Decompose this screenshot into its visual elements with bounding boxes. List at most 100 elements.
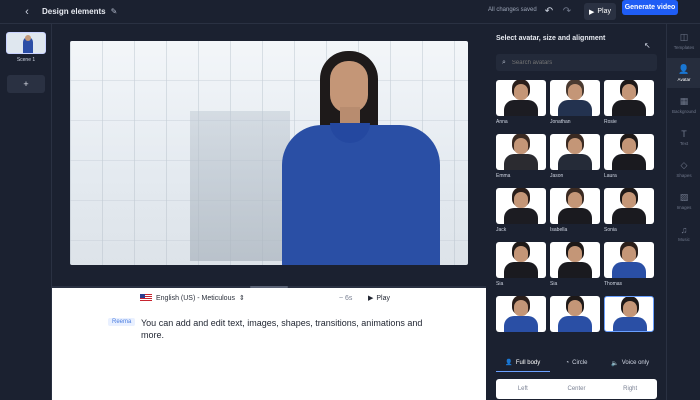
video-editor-app: ‹ Design elements ✎ All changes saved ↶ …: [0, 0, 700, 400]
canvas-area: [52, 24, 486, 286]
align-left-option[interactable]: Left: [496, 386, 550, 392]
tab-full-body[interactable]: 👤 Full body: [496, 354, 550, 372]
avatar-name: Rosie: [604, 119, 617, 125]
avatar-card-head: [514, 300, 528, 316]
tool-shapes[interactable]: ◇ Shapes: [667, 154, 700, 184]
language-selector[interactable]: English (US) - Meticulous ⇕: [140, 294, 245, 302]
play-script-button[interactable]: ▶ Play: [368, 294, 390, 303]
tool-templates[interactable]: ◫ Templates: [667, 26, 700, 56]
shapes-icon: ◇: [680, 160, 688, 170]
back-arrow-icon[interactable]: ‹: [20, 5, 34, 19]
scene-thumbnail[interactable]: [6, 32, 46, 54]
avatar-card[interactable]: [496, 80, 546, 116]
tab-circle[interactable]: ◔ Circle: [550, 354, 604, 372]
redo-icon[interactable]: ↷: [560, 4, 574, 18]
avatar-card-body: [558, 154, 592, 170]
tool-music[interactable]: ♫ Music: [667, 218, 700, 248]
avatar-card[interactable]: [496, 242, 546, 278]
avatar-card[interactable]: [550, 188, 600, 224]
avatar-card[interactable]: [604, 296, 654, 332]
circle-icon: ◔: [565, 360, 570, 366]
tool-label: Shapes: [676, 173, 692, 178]
search-icon: ⌕: [502, 58, 506, 66]
avatar-card[interactable]: [604, 134, 654, 170]
avatar-card-head: [568, 84, 582, 100]
avatar-card-head: [622, 192, 636, 208]
avatar-name: Thomas: [604, 281, 623, 287]
avatar-card-body: [504, 208, 538, 224]
avatar-card[interactable]: [550, 134, 600, 170]
avatar-card-head: [514, 138, 528, 154]
scene-list: Scene 1 +: [0, 24, 52, 400]
avatar-card-head: [568, 300, 582, 316]
tool-images[interactable]: ▨ Images: [667, 186, 700, 216]
avatar-card[interactable]: [550, 296, 600, 332]
avatar-card-head: [568, 192, 582, 208]
generate-video-button[interactable]: Generate video: [622, 0, 678, 15]
speaker-tag[interactable]: Reema: [108, 318, 136, 326]
tab-label: Full body: [515, 359, 541, 366]
search-input[interactable]: [511, 59, 632, 66]
avatar-card-head: [623, 301, 637, 317]
avatar-name: Sia: [496, 281, 504, 287]
avatar-card[interactable]: [496, 134, 546, 170]
avatar-name: Emma: [496, 173, 511, 179]
align-center-option[interactable]: Center: [550, 386, 604, 392]
avatar-name: Jonathan: [550, 119, 571, 125]
tool-rail: ◫ Templates 👤 Avatar ▦ Background T Text ◇ Shapes…: [666, 24, 700, 400]
avatar-card[interactable]: [496, 296, 546, 332]
script-editor: English (US) - Meticulous ⇕ ~ 6s ▶ Play …: [52, 288, 486, 400]
tool-label: Images: [676, 205, 692, 210]
avatar-presenter[interactable]: [282, 51, 442, 265]
avatar-card-body: [613, 317, 647, 331]
tool-label: Templates: [673, 45, 695, 50]
duration-estimate: ~ 6s: [339, 295, 353, 302]
avatar-card-head: [622, 84, 636, 100]
avatar-card-body: [558, 262, 592, 278]
tab-voice-only[interactable]: 🔈 Voice only: [603, 354, 657, 372]
avatar-panel: Select avatar, size and alignment ↖ ⌕ An…: [486, 24, 666, 400]
tool-label: Avatar: [677, 77, 691, 82]
avatar-card-body: [612, 100, 646, 116]
avatar-card-body: [612, 262, 646, 278]
avatar-card-head: [622, 246, 636, 262]
avatar-card[interactable]: [604, 242, 654, 278]
edit-pencil-icon[interactable]: ✎: [111, 7, 118, 16]
tool-background[interactable]: ▦ Background: [667, 90, 700, 120]
avatar-card[interactable]: [550, 80, 600, 116]
avatar-card-head: [568, 246, 582, 262]
avatar-name: Laura: [604, 173, 617, 179]
images-icon: ▨: [679, 192, 689, 202]
search-box[interactable]: ⌕: [496, 54, 657, 71]
avatar-card[interactable]: [550, 242, 600, 278]
tool-label: Background: [671, 109, 697, 114]
person-icon: 👤: [505, 360, 513, 366]
avatar-card[interactable]: [604, 188, 654, 224]
avatar-name: Jason: [550, 173, 564, 179]
script-text[interactable]: You can add and edit text, images, shape…: [141, 317, 431, 341]
thumbnail-avatar-head: [25, 35, 31, 41]
add-scene-button[interactable]: +: [7, 75, 45, 93]
avatar-card-head: [514, 246, 528, 262]
avatar-card-body: [504, 262, 538, 278]
video-preview[interactable]: [70, 41, 468, 265]
project-title[interactable]: Design elements: [42, 7, 106, 16]
avatar-card-head: [514, 192, 528, 208]
avatar-card[interactable]: [604, 80, 654, 116]
avatar-card-body: [504, 154, 538, 170]
music-icon: ♫: [680, 224, 688, 235]
tool-avatar[interactable]: 👤 Avatar: [667, 58, 700, 88]
avatar-shirt: [282, 125, 440, 265]
avatar-name: Sonia: [604, 227, 617, 233]
avatar-name: Jack: [496, 227, 507, 233]
avatar-icon: 👤: [678, 64, 690, 74]
align-right-option[interactable]: Right: [603, 386, 657, 392]
play-preview-button[interactable]: ▶ Play: [584, 3, 616, 20]
cursor-icon: ↖: [644, 41, 651, 50]
play-icon: ▶: [368, 295, 374, 302]
avatar-card[interactable]: [496, 188, 546, 224]
avatar-name: Isabella: [550, 227, 568, 233]
tool-label: Text: [679, 140, 689, 146]
tool-text[interactable]: T Text: [667, 122, 700, 152]
undo-icon[interactable]: ↶: [542, 4, 556, 18]
